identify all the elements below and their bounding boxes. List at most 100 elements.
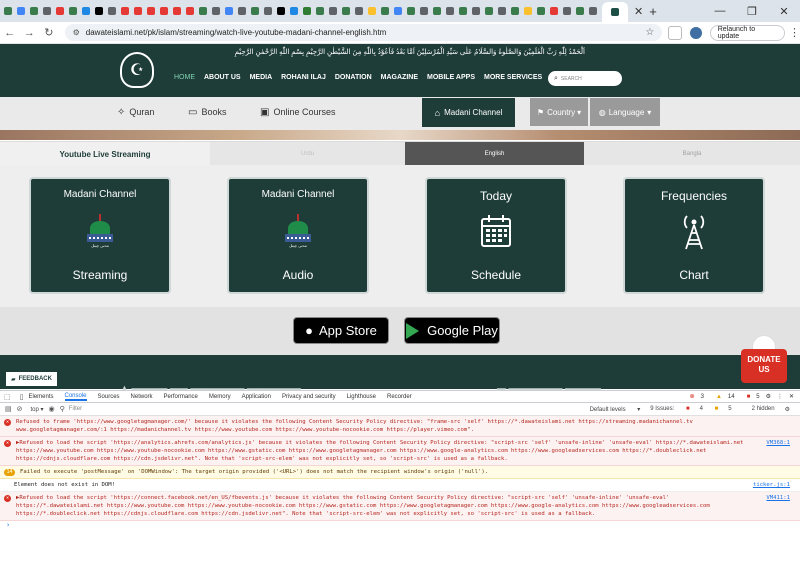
site-search-input[interactable]: ⌕ SEARCH <box>548 71 622 86</box>
tab-favicon-icon[interactable] <box>69 7 77 15</box>
card-madani-channel-audio[interactable]: Madani Channel مدنی چینل Audio <box>227 177 369 294</box>
devtools-menu-icon[interactable]: ⋮ <box>777 393 783 400</box>
devtools-tab-sources[interactable]: Sources <box>98 394 120 400</box>
console-message-error[interactable]: ✕ VM411:1 ▶Refused to load the script 'h… <box>0 492 800 521</box>
close-tab-icon[interactable]: ✕ <box>634 5 643 18</box>
tab-favicon-icon[interactable] <box>576 7 584 15</box>
tab-favicon-icon[interactable] <box>225 7 233 15</box>
dawat-e-islami-logo[interactable]: ☪ <box>120 52 154 88</box>
tab-favicon-icon[interactable] <box>160 7 168 15</box>
tab-favicon-icon[interactable] <box>563 7 571 15</box>
tab-favicon-icon[interactable] <box>420 7 428 15</box>
profile-avatar-icon[interactable] <box>690 26 702 39</box>
new-tab-icon[interactable]: + <box>649 4 657 19</box>
bookmark-star-icon[interactable]: ☆ <box>645 27 654 38</box>
tab-favicon-icon[interactable] <box>407 7 415 15</box>
country-dropdown[interactable]: ⚑ Country ▾ <box>530 98 588 126</box>
subnav-quran[interactable]: ✧ Quran <box>117 107 154 118</box>
reload-icon[interactable]: ↻ <box>39 26 59 39</box>
console-filter-input[interactable]: Filter <box>69 406 82 412</box>
error-count[interactable]: ⊗ 3 <box>684 393 704 400</box>
tab-favicon-icon[interactable] <box>342 7 350 15</box>
devtools-tab-application[interactable]: Application <box>242 394 271 400</box>
console-message-error[interactable]: ✕ Refused to frame 'https://www.googleta… <box>0 416 800 437</box>
tab-favicon-icon[interactable] <box>147 7 155 15</box>
tab-favicon-icon[interactable] <box>524 7 532 15</box>
devtools-tab-lighthouse[interactable]: Lighthouse <box>347 394 376 400</box>
context-selector[interactable]: top ▾ <box>31 406 44 413</box>
tab-favicon-icon[interactable] <box>121 7 129 15</box>
console-message-error[interactable]: ✕ VM368:1 ▶Refused to load the script 'h… <box>0 437 800 466</box>
tab-favicon-icon[interactable] <box>212 7 220 15</box>
tab-favicon-icon[interactable] <box>355 7 363 15</box>
tab-bangla[interactable]: Bangla <box>584 142 800 166</box>
inspect-element-icon[interactable]: ⬚ <box>4 393 11 401</box>
search-icon[interactable]: ⌕ <box>554 75 558 83</box>
google-play-button[interactable]: Google Play <box>404 317 500 344</box>
tab-favicon-icon[interactable] <box>459 7 467 15</box>
tab-favicon-icon[interactable] <box>446 7 454 15</box>
card-today-schedule[interactable]: Today Schedule <box>425 177 567 294</box>
tab-favicon-icon[interactable] <box>550 7 558 15</box>
minimize-icon[interactable]: — <box>704 5 736 17</box>
tab-favicon-icon[interactable] <box>316 7 324 15</box>
tab-favicon-icon[interactable] <box>472 7 480 15</box>
console-message-warning[interactable]: 14 Failed to execute 'postMessage' on 'D… <box>0 466 800 479</box>
tab-favicon-icon[interactable] <box>43 7 51 15</box>
tab-favicon-icon[interactable] <box>303 7 311 15</box>
tab-favicon-icon[interactable] <box>56 7 64 15</box>
console-prompt[interactable]: › <box>0 521 800 529</box>
card-madani-channel-streaming[interactable]: Madani Channel مدنی چینل Streaming <box>29 177 171 294</box>
message-source-link[interactable]: VM368:1 <box>766 439 790 447</box>
relaunch-button[interactable]: Relaunch to update <box>709 24 786 41</box>
card-frequencies-chart[interactable]: Frequencies Chart <box>623 177 765 294</box>
tab-favicon-icon[interactable] <box>589 7 597 15</box>
tab-favicon-icon[interactable] <box>238 7 246 15</box>
devtools-tab-memory[interactable]: Memory <box>209 394 231 400</box>
tab-favicon-icon[interactable] <box>199 7 207 15</box>
language-dropdown[interactable]: ◍ Language ▾ <box>590 98 660 126</box>
extension-icon[interactable] <box>668 25 683 40</box>
tab-favicon-icon[interactable] <box>173 7 181 15</box>
tab-favicon-icon[interactable] <box>381 7 389 15</box>
nav-media[interactable]: MEDIA <box>250 74 273 81</box>
log-levels-dropdown[interactable]: Default levels ▾ <box>590 406 641 413</box>
tab-favicon-icon[interactable] <box>537 7 545 15</box>
nav-home[interactable]: HOME <box>174 74 195 81</box>
devtools-tab-recorder[interactable]: Recorder <box>387 394 412 400</box>
active-tab[interactable] <box>602 2 628 22</box>
console-message-log[interactable]: ticker.js:1 Element does not exist in DO… <box>0 479 800 492</box>
devtools-tab-network[interactable]: Network <box>131 394 153 400</box>
browser-menu-icon[interactable]: ⋮ <box>789 26 800 39</box>
tab-favicon-icon[interactable] <box>329 7 337 15</box>
tab-favicon-icon[interactable] <box>485 7 493 15</box>
nav-donation[interactable]: DONATION <box>335 74 372 81</box>
subnav-online-courses[interactable]: ▣ Online Courses <box>260 107 335 118</box>
tab-favicon-icon[interactable] <box>498 7 506 15</box>
tab-favicon-icon[interactable] <box>264 7 272 15</box>
device-toolbar-icon[interactable]: ▯ <box>20 393 24 401</box>
subnav-books[interactable]: ▭ Books <box>188 107 226 118</box>
donate-us-button[interactable]: DONATE US <box>741 335 787 385</box>
address-bar[interactable]: ⚙ dawateislami.net/pk/islam/streaming/wa… <box>64 24 663 41</box>
issues-badge[interactable]: ■ 5 <box>741 394 760 400</box>
tab-favicon-icon[interactable] <box>433 7 441 15</box>
tab-favicon-icon[interactable] <box>134 7 142 15</box>
tab-favicon-icon[interactable] <box>251 7 259 15</box>
devtools-settings-icon[interactable]: ⚙ <box>766 393 771 400</box>
app-store-button[interactable]: ● App Store <box>293 317 389 344</box>
tab-favicon-icon[interactable] <box>95 7 103 15</box>
tab-favicon-icon[interactable] <box>186 7 194 15</box>
tab-favicon-icon[interactable] <box>290 7 298 15</box>
tab-favicon-icon[interactable] <box>30 7 38 15</box>
devtools-tab-elements[interactable]: Elements <box>28 394 53 400</box>
nav-mobile-apps[interactable]: MOBILE APPS <box>427 74 475 81</box>
tab-favicon-icon[interactable] <box>277 7 285 15</box>
nav-rohani-ilaj[interactable]: ROHANI ILAJ <box>281 74 326 81</box>
feedback-button[interactable]: ▰ FEEDBACK <box>6 372 57 386</box>
message-source-link[interactable]: VM411:1 <box>766 494 790 502</box>
message-source-link[interactable]: ticker.js:1 <box>753 481 790 489</box>
madani-channel-button[interactable]: ⌂ Madani Channel <box>422 98 515 127</box>
nav-about-us[interactable]: ABOUT US <box>204 74 241 81</box>
site-info-icon[interactable]: ⚙ <box>73 28 80 37</box>
